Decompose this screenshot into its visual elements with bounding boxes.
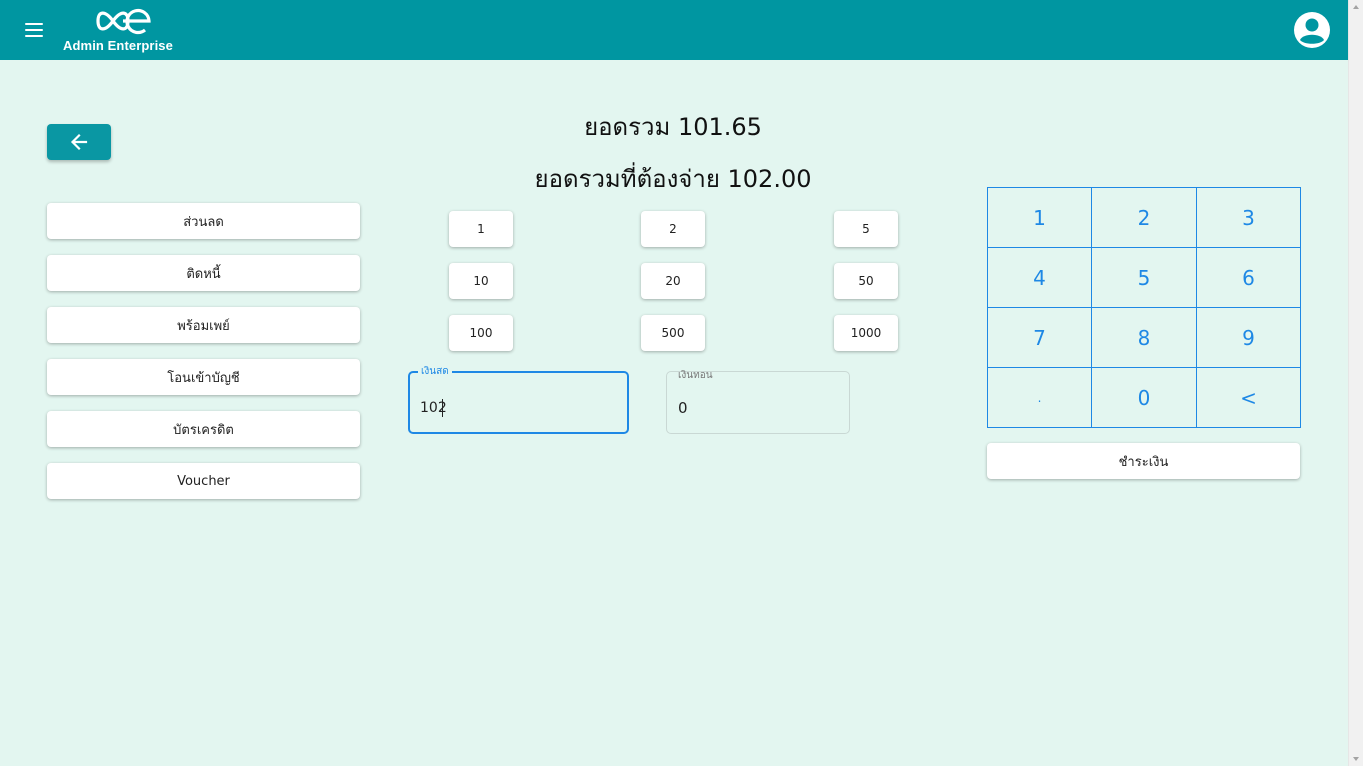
cash-field[interactable]: เงินสด (408, 365, 629, 434)
keypad-key-9[interactable]: 9 (1196, 307, 1301, 368)
change-field-label: เงินทอน (678, 370, 713, 381)
cash-1-button[interactable]: 1 (449, 211, 513, 247)
hamburger-menu-icon[interactable] (22, 18, 48, 42)
scroll-up-icon[interactable] (1353, 5, 1359, 9)
cash-500-button[interactable]: 500 (641, 315, 705, 351)
scroll-down-icon[interactable] (1353, 757, 1359, 761)
keypad-key-4[interactable]: 4 (987, 247, 1092, 308)
bank-transfer-button[interactable]: โอนเข้าบัญชี (47, 359, 360, 395)
total-amount: ยอดรวม 101.65 (584, 113, 762, 141)
keypad-key-0[interactable]: 0 (1091, 367, 1197, 428)
discount-button[interactable]: ส่วนลด (47, 203, 360, 239)
brand-logo[interactable]: Admin Enterprise (60, 4, 200, 56)
keypad-key-1[interactable]: 1 (987, 187, 1092, 248)
pay-button[interactable]: ชำระเงิน (987, 443, 1300, 479)
credit-debt-button[interactable]: ติดหนี้ (47, 255, 360, 291)
change-field: เงินทอน 0 (666, 370, 850, 434)
promptpay-button[interactable]: พร้อมเพย์ (47, 307, 360, 343)
keypad-key-8[interactable]: 8 (1091, 307, 1197, 368)
brand-name: Admin Enterprise (63, 38, 173, 53)
cash-1000-button[interactable]: 1000 (834, 315, 898, 351)
keypad-key-5[interactable]: 5 (1091, 247, 1197, 308)
credit-card-button[interactable]: บัตรเครดิต (47, 411, 360, 447)
change-value: 0 (678, 399, 688, 417)
page-scrollbar[interactable] (1348, 0, 1363, 766)
arrow-left-icon (70, 133, 88, 151)
cash-20-button[interactable]: 20 (641, 263, 705, 299)
account-circle-icon[interactable] (1293, 11, 1331, 49)
keypad-key-7[interactable]: 7 (987, 307, 1092, 368)
numeric-keypad: 1 2 3 4 5 6 7 8 9 . 0 < (987, 187, 1301, 428)
keypad-key-3[interactable]: 3 (1196, 187, 1301, 248)
cash-10-button[interactable]: 10 (449, 263, 513, 299)
back-button[interactable] (47, 124, 111, 160)
voucher-button[interactable]: Voucher (47, 463, 360, 499)
keypad-key-backspace[interactable]: < (1196, 367, 1301, 428)
keypad-key-6[interactable]: 6 (1196, 247, 1301, 308)
cash-2-button[interactable]: 2 (641, 211, 705, 247)
top-app-bar: Admin Enterprise (0, 0, 1348, 60)
cash-5-button[interactable]: 5 (834, 211, 898, 247)
keypad-key-decimal[interactable]: . (987, 367, 1092, 428)
infinity-e-logo-icon (96, 8, 151, 35)
cash-50-button[interactable]: 50 (834, 263, 898, 299)
keypad-key-2[interactable]: 2 (1091, 187, 1197, 248)
cash-input[interactable] (420, 396, 590, 420)
total-to-pay: ยอดรวมที่ต้องจ่าย 102.00 (534, 165, 812, 193)
cash-100-button[interactable]: 100 (449, 315, 513, 351)
cash-field-label: เงินสด (418, 365, 452, 378)
text-caret (442, 399, 443, 417)
